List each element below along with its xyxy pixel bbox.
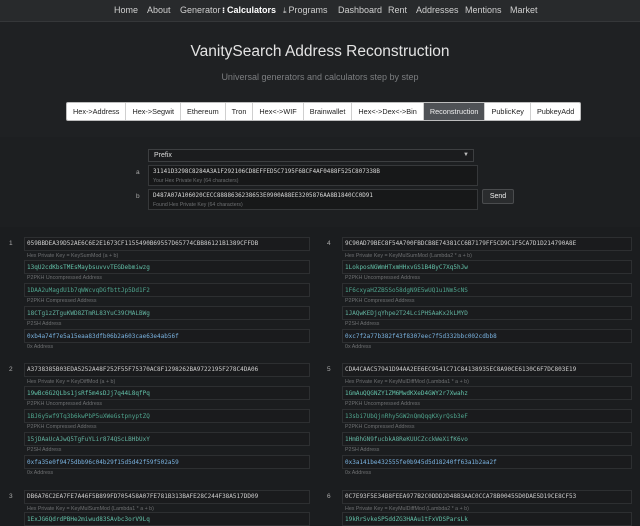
p2pkh-uncompressed-address: 1LokposNGWmHTxmHHxvGS1B4ByC7Xq5hJw	[345, 264, 468, 271]
p2pkh-compressed-hint: P2PKH Compressed Address	[345, 298, 415, 304]
result-key: 9C90AD79BEC8F54A700FBDCB8E74381CC6B7179F…	[345, 240, 577, 247]
p2sh-hint: P2SH Address	[345, 447, 380, 453]
tab-hex-segwit[interactable]: Hex->Segwit	[126, 103, 182, 120]
nav-market[interactable]: Market	[510, 5, 538, 15]
calculator-tabs: Hex->Address Hex->Segwit Ethereum Tron H…	[66, 102, 582, 121]
nav-calculators[interactable]: ⁝ Calculators	[222, 5, 276, 15]
result-number: 1	[9, 240, 13, 247]
nav-rent[interactable]: Rent	[388, 5, 407, 15]
p2pkh-compressed-hint: P2PKH Compressed Address	[27, 424, 97, 430]
result-key: 0C7E93F5E34B8FEEA977B2C0DDD2D48B3AAC0CCA…	[345, 493, 577, 500]
p2sh-hint: P2SH Address	[27, 321, 62, 327]
p2pkh-uncompressed-hint: P2PKH Uncompressed Address	[345, 275, 421, 281]
key-b-value: D487A07A106020CECC8888636238653E0900A88E…	[153, 193, 373, 199]
eth-address-hint: 0x Address	[345, 344, 372, 350]
nav-mentions[interactable]: Mentions	[465, 5, 502, 15]
p2pkh-compressed-address: 1JAQwKEDjqYhpe2T24LciPHSAaKx2kLMYD	[345, 310, 468, 317]
eth-address: 0xfa35e0f9475dbb96c04b29f15d5d42f59f502a…	[27, 459, 179, 466]
p2sh-hint: P2SH Address	[345, 321, 380, 327]
p2pkh-uncompressed-hint: P2PKH Uncompressed Address	[27, 275, 103, 281]
nav-addresses[interactable]: Addresses	[416, 5, 459, 15]
result-key-hint: Hex Private Key = KeyMulSumMod (Lambda2 …	[345, 253, 472, 259]
p2pkh-compressed-alt-address: 13sbi7UbQjnRhy5GW2nQmQqqKXyrQsb3eF	[345, 413, 468, 420]
result-key-hint: Hex Private Key = KeyDiffMod (a + b)	[27, 379, 116, 385]
p2pkh-uncompressed-address: 1ExJG6QdrdPBHe2miwud83SAvbc3orV9Lq	[27, 516, 150, 523]
key-a-hint: Your Hex Private Key (64 characters)	[153, 178, 239, 184]
result-key: 059BBDEA39D52AE6C6E2E1673CF1155490B69557…	[27, 240, 259, 247]
p2pkh-compressed-address: 18CTg1zZTguKWD8ZTmRL83YuC39CMALBWg	[27, 310, 150, 317]
tab-ethereum[interactable]: Ethereum	[181, 103, 226, 120]
eth-address: 0xb4a74f7e5a15eaa83dfb06b2a603cae63e4ab5…	[27, 333, 179, 340]
tab-tron[interactable]: Tron	[226, 103, 254, 120]
result-number: 6	[327, 493, 331, 500]
tab-pubkeyadd[interactable]: PubkeyAdd	[531, 103, 580, 120]
page-subtitle: Universal generators and calculators ste…	[221, 72, 419, 82]
tab-hex-dex-bin[interactable]: Hex<->Dex<->Bin	[352, 103, 424, 120]
row-b-label: b	[136, 193, 140, 200]
result-number: 2	[9, 366, 13, 373]
page-title: VanitySearch Address Reconstruction	[190, 43, 450, 60]
eth-address: 0x3a141be432555fe0b945d5d18240ff63a1b2aa…	[345, 459, 497, 466]
result-key: CDA4CAAC57941D94AA2EE6EC9541C71C84138935…	[345, 366, 577, 373]
result-key: A3738385B03EDA5252A48F252F55F75370AC8F12…	[27, 366, 259, 373]
p2pkh-compressed-address: 1HmBhGN9fucbkA8ReKUUCZcckWeXifK6vo	[345, 436, 468, 443]
send-button[interactable]: Send	[482, 189, 514, 204]
p2pkh-uncompressed-address: 13qU2cdKbsTMEsMaybsuvvvTEGDebmiwzg	[27, 264, 150, 271]
nav-home[interactable]: Home	[114, 5, 138, 15]
nav-calculators-label: Calculators	[227, 5, 277, 15]
p2pkh-uncompressed-hint: P2PKH Uncompressed Address	[27, 401, 103, 407]
p2pkh-uncompressed-address: 1GmAuQQGNZY1ZM6MwdKXeD4GWY2r7Xwahz	[345, 390, 468, 397]
p2pkh-compressed-hint: P2PKH Compressed Address	[345, 424, 415, 430]
nav-programs-label: Programs	[288, 5, 328, 15]
tab-publickey[interactable]: PublicKey	[485, 103, 531, 120]
eth-address: 0xc7f2a77b382f43f8307eec7f5d332bbc002cdb…	[345, 333, 497, 340]
eth-address-hint: 0x Address	[345, 470, 372, 476]
result-key-hint: Hex Private Key = KeySumMod (a + b)	[27, 253, 119, 259]
calculator-icon: ⁝	[222, 6, 226, 15]
nav-generator[interactable]: Generator	[180, 5, 221, 15]
result-number: 4	[327, 240, 331, 247]
tab-reconstruction[interactable]: Reconstruction	[423, 103, 486, 120]
eth-address-hint: 0x Address	[27, 470, 54, 476]
key-b-hint: Found Hex Private Key (64 characters)	[153, 202, 243, 208]
key-a-value: 31141D3298C8284A3A1F292106CD8EFFED5C7195…	[153, 169, 380, 175]
download-icon: ⤓	[283, 6, 287, 15]
result-key: DB6A76C2EA7FE7A46F5B899FD705458A07FE781B…	[27, 493, 259, 500]
tab-hex-wif[interactable]: Hex<->WIF	[253, 103, 304, 120]
p2pkh-uncompressed-hint: P2PKH Uncompressed Address	[345, 401, 421, 407]
nav-about[interactable]: About	[147, 5, 171, 15]
mode-select-value: Prefix	[154, 152, 172, 159]
p2pkh-compressed-alt-address: 1DAA2uMagdU1b7qWWcvqDGfbttJp5Dd1F2	[27, 287, 150, 294]
nav-programs[interactable]: ⤓ Programs	[283, 5, 328, 16]
p2pkh-compressed-alt-address: 1F6cxyaHZZB5So58dgN9E5wUQ1u1Nm5cNS	[345, 287, 468, 294]
key-a-field[interactable]: 31141D3298C8284A3A1F292106CD8EFFED5C7195…	[148, 165, 478, 186]
p2pkh-uncompressed-address: 19kRrSvkeSP5ddZG3HAAu1tFxVDSParsLk	[345, 516, 468, 523]
result-number: 3	[9, 493, 13, 500]
mode-select[interactable]: Prefix ▼	[148, 149, 474, 162]
top-navbar: Home About Generator ⁝ Calculators ⤓ Progr…	[0, 0, 640, 22]
tab-hex-address[interactable]: Hex->Address	[67, 103, 127, 120]
result-key-hint: Hex Private Key = KeyMulDiffMod (Lambda1…	[345, 379, 469, 385]
tab-brainwallet[interactable]: Brainwallet	[304, 103, 353, 120]
row-a-label: a	[136, 169, 140, 176]
result-number: 5	[327, 366, 331, 373]
p2pkh-compressed-hint: P2PKH Compressed Address	[27, 298, 97, 304]
p2pkh-compressed-alt-address: 1BJ6y5wf9Tq3b6kwPbP5uXWeGstpnyptZQ	[27, 413, 150, 420]
nav-dashboard[interactable]: Dashboard	[338, 5, 382, 15]
p2sh-hint: P2SH Address	[27, 447, 62, 453]
p2pkh-uncompressed-address: 19wBc6G2QLbs1jsRf5m4sDJj7q44L8qfPq	[27, 390, 150, 397]
eth-address-hint: 0x Address	[27, 344, 54, 350]
chevron-down-icon: ▼	[463, 152, 469, 158]
p2pkh-compressed-address: 15jDAaUcAJwQ5TgFuYLir874QScLBHbUxY	[27, 436, 150, 443]
key-b-field[interactable]: D487A07A106020CECC8888636238653E0900A88E…	[148, 189, 478, 210]
